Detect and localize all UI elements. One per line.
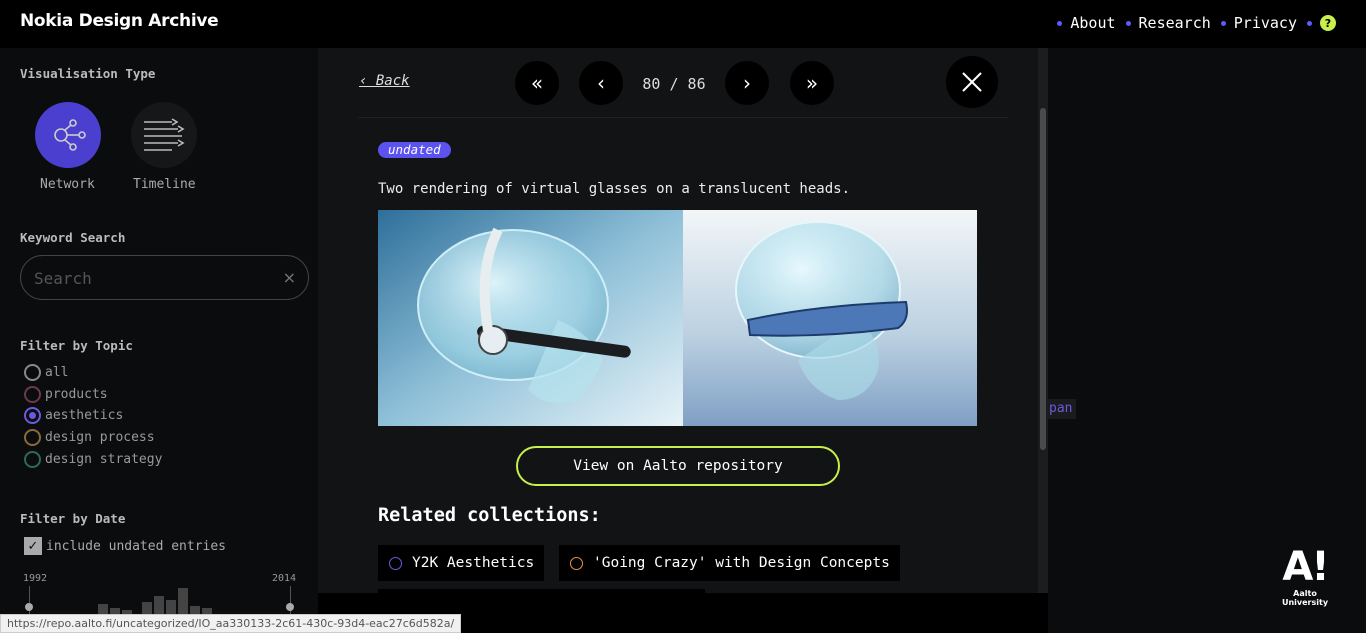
- date-badge: undated: [378, 142, 451, 158]
- network-node-label: pan: [1045, 399, 1077, 419]
- nav-help[interactable]: ?: [1307, 15, 1336, 31]
- last-page-button[interactable]: »: [790, 61, 834, 105]
- collection-chip-y2k[interactable]: Y2K Aesthetics: [378, 545, 545, 581]
- nav-research[interactable]: Research: [1125, 14, 1211, 32]
- radio-icon: [24, 451, 41, 468]
- close-button[interactable]: [946, 56, 998, 108]
- nav-privacy-label: Privacy: [1233, 14, 1297, 32]
- radio-icon: [24, 364, 41, 381]
- circle-icon: [570, 556, 583, 570]
- item-description: Two rendering of virtual glasses on a tr…: [378, 181, 851, 197]
- search-box: ×: [20, 255, 309, 300]
- nav-about-label: About: [1070, 14, 1116, 32]
- timeline-label: Timeline: [133, 177, 196, 192]
- view-repository-button[interactable]: View on Aalto repository: [516, 446, 840, 486]
- timeline-viz-button[interactable]: [131, 102, 197, 168]
- site-brand[interactable]: Nokia Design Archive: [20, 11, 219, 31]
- topic-label: products: [45, 387, 108, 402]
- nav-dot: [1307, 20, 1312, 26]
- top-bar: Nokia Design Archive About Research Priv…: [0, 0, 1366, 48]
- histogram-bar: [154, 596, 164, 616]
- browser-status-url: https://repo.aalto.fi/uncategorized/IO_a…: [0, 614, 462, 633]
- virtual-glasses-rendering-image: [378, 210, 977, 426]
- aalto-logo-mark: A!: [1282, 544, 1329, 590]
- prev-page-button[interactable]: ‹: [579, 61, 623, 105]
- network-icon: [54, 119, 86, 151]
- close-icon: [962, 72, 982, 92]
- date-filter-title: Filter by Date: [20, 511, 126, 526]
- next-page-button[interactable]: ›: [725, 61, 769, 105]
- chevron-left-icon: ‹: [597, 71, 605, 95]
- date-slider-start-handle[interactable]: [25, 603, 33, 611]
- radio-icon: [24, 386, 41, 403]
- topic-aesthetics[interactable]: aesthetics: [24, 407, 123, 424]
- topic-design-process[interactable]: design process: [24, 429, 155, 446]
- nav-about[interactable]: About: [1057, 14, 1116, 32]
- date-histogram: [29, 586, 291, 616]
- collection-chip-partial[interactable]: [378, 589, 705, 593]
- modal-scrollbar-thumb[interactable]: [1040, 108, 1046, 450]
- first-page-button[interactable]: «: [515, 61, 559, 105]
- topic-products[interactable]: products: [24, 386, 108, 403]
- topic-filter-title: Filter by Topic: [20, 338, 133, 353]
- search-input[interactable]: [34, 266, 274, 290]
- topic-design-strategy[interactable]: design strategy: [24, 451, 162, 468]
- topic-all[interactable]: all: [24, 364, 68, 381]
- network-label: Network: [40, 177, 95, 192]
- check-icon: ✓: [27, 538, 39, 554]
- histogram-bar: [178, 588, 188, 616]
- timeline-icon: [144, 118, 185, 151]
- keyword-search-title: Keyword Search: [20, 230, 126, 245]
- topic-label: all: [45, 365, 69, 380]
- aalto-logo[interactable]: A! Aalto University: [1270, 545, 1340, 607]
- chevron-right-icon: ›: [743, 71, 751, 95]
- topic-label: design process: [45, 430, 155, 445]
- top-nav: About Research Privacy ?: [1057, 14, 1336, 32]
- nav-privacy[interactable]: Privacy: [1220, 14, 1297, 32]
- circle-icon: [389, 556, 402, 570]
- collection-label: Y2K Aesthetics: [412, 555, 535, 571]
- nav-dot: [1220, 20, 1226, 26]
- double-chevron-left-icon: «: [530, 71, 544, 95]
- help-icon: ?: [1320, 15, 1336, 31]
- item-image: [378, 210, 977, 426]
- nav-research-label: Research: [1138, 14, 1211, 32]
- modal-divider: [358, 117, 1008, 118]
- radio-icon: [24, 429, 41, 446]
- undated-label: include undated entries: [46, 539, 227, 554]
- page-indicator: 80 / 86: [642, 75, 706, 93]
- year-start-label: 1992: [23, 573, 48, 584]
- viz-type-title: Visualisation Type: [20, 66, 156, 81]
- undated-checkbox[interactable]: ✓: [24, 537, 42, 555]
- year-end-label: 2014: [272, 573, 297, 584]
- collection-chip-going-crazy[interactable]: 'Going Crazy' with Design Concepts: [559, 545, 900, 581]
- network-viz-button[interactable]: [35, 102, 101, 168]
- topic-label: design strategy: [45, 452, 163, 467]
- related-collections-title: Related collections:: [378, 505, 601, 526]
- nav-dot: [1057, 20, 1063, 26]
- aalto-logo-text: Aalto University: [1281, 589, 1329, 607]
- date-slider-end-handle[interactable]: [286, 603, 294, 611]
- topic-label: aesthetics: [45, 408, 124, 423]
- collection-label: 'Going Crazy' with Design Concepts: [593, 555, 890, 571]
- back-link[interactable]: ‹ Back: [359, 73, 410, 89]
- radio-selected-icon: [24, 407, 41, 424]
- nav-dot: [1125, 20, 1131, 26]
- double-chevron-right-icon: »: [805, 71, 819, 95]
- clear-icon[interactable]: ×: [283, 268, 296, 287]
